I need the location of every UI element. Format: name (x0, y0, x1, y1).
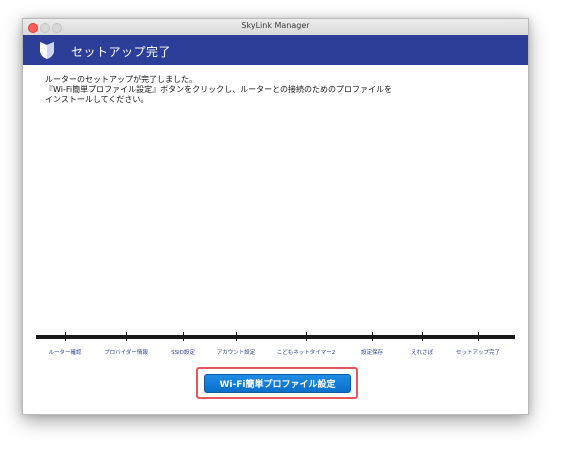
page-title: セットアップ完了 (71, 45, 172, 59)
step-label-router-check: ルーター確認 (48, 350, 82, 356)
step-label-complete: セットアップ完了 (455, 350, 501, 356)
step-label-kids-timer: こどもネットタイマー2 (276, 350, 336, 356)
message-line: ルーターのセットアップが完了しました。 (45, 75, 197, 84)
message-line: インストールしてください。 (45, 95, 149, 104)
page-header: セットアップ完了 (23, 35, 528, 65)
shield-icon (40, 42, 54, 59)
step-tick (478, 332, 479, 341)
setup-progress-bar (36, 335, 515, 339)
step-tick (422, 332, 423, 341)
window-titlebar[interactable]: SkyLink Manager (23, 19, 528, 36)
step-tick (236, 332, 237, 341)
step-tick (65, 332, 66, 341)
step-tick (372, 332, 373, 341)
wifi-profile-setup-button[interactable]: Wi-Fi簡単プロファイル設定 (204, 374, 351, 393)
message-line: 『Wi-Fi簡単プロファイル設定』ボタンをクリックし、ルーターとの接続のためのプ… (45, 85, 393, 94)
step-label-save: 設定保存 (360, 350, 384, 356)
step-tick (306, 332, 307, 341)
step-tick (183, 332, 184, 341)
step-label-account: アカウント設定 (216, 350, 256, 356)
app-window: SkyLink Manager セットアップ完了 ルーターのセットアップが完了し… (22, 18, 529, 415)
step-tick (126, 332, 127, 341)
step-label-support: えれさぽ (410, 350, 434, 356)
step-label-provider-info: プロバイダー情報 (104, 350, 148, 356)
completion-message: ルーターのセットアップが完了しました。 『Wi-Fi簡単プロファイル設定』ボタン… (45, 75, 505, 105)
window-title: SkyLink Manager (241, 21, 310, 30)
step-label-ssid: SSID設定 (171, 350, 195, 356)
